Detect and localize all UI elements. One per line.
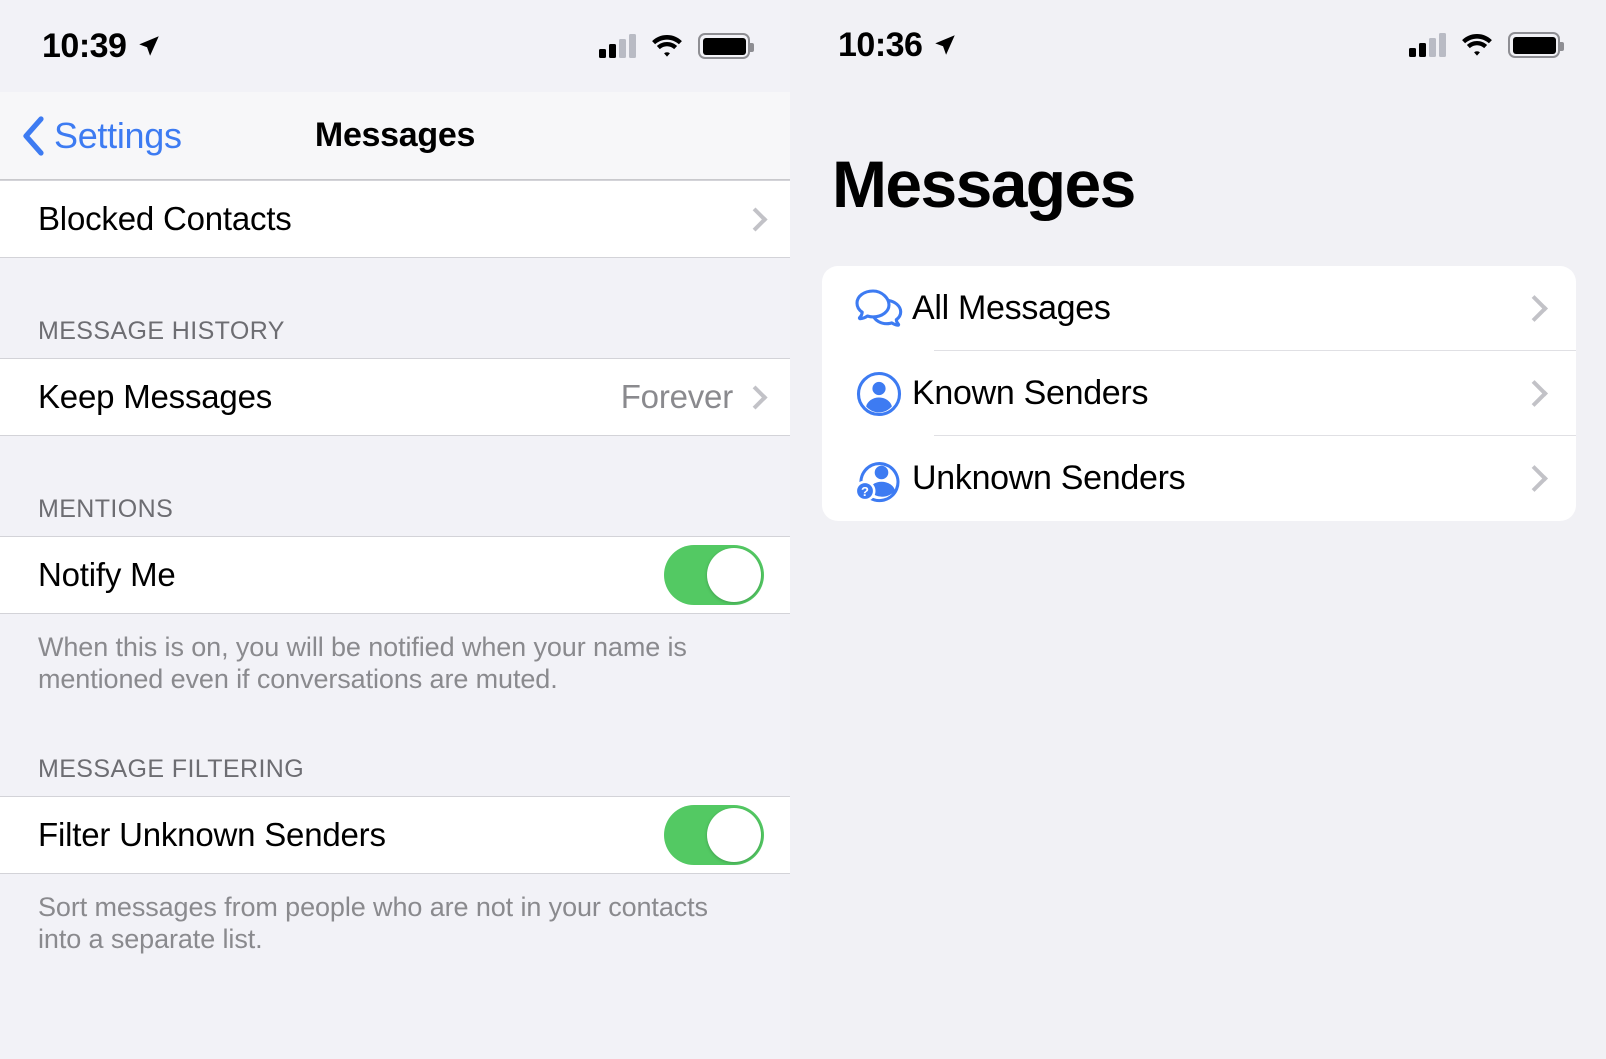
back-button-label: Settings	[54, 114, 182, 156]
toggle-filter-unknown-senders[interactable]	[664, 804, 764, 865]
toggle-notify-me[interactable]	[664, 545, 764, 605]
row-keep-messages-label: Keep Messages	[38, 378, 273, 415]
status-bar-left: 10:39	[42, 27, 162, 66]
toggle-knob	[707, 548, 761, 602]
list-item-all-messages[interactable]: All Messages	[822, 266, 1576, 351]
back-button-settings[interactable]: Settings	[0, 115, 182, 157]
left-status-bar: 10:39	[0, 0, 790, 92]
speech-bubbles-icon	[846, 287, 912, 331]
footnote-filtering: Sort messages from people who are not in…	[38, 891, 708, 954]
battery-icon	[1508, 32, 1564, 58]
row-keep-messages[interactable]: Keep Messages Forever	[0, 358, 790, 436]
list-item-label: Unknown Senders	[912, 459, 1186, 497]
left-phone-screen: 10:39 Settings Messages Blocked Contacts…	[0, 0, 790, 1059]
section-header-message-history: MESSAGE HISTORY	[38, 317, 285, 345]
section-header-mentions: MENTIONS	[38, 495, 174, 523]
toggle-knob	[707, 807, 761, 862]
list-item-label: Known Senders	[912, 374, 1149, 412]
message-filter-card: All Messages Known Senders ? Unknown Sen…	[822, 266, 1576, 521]
chevron-left-icon	[23, 115, 44, 156]
right-status-bar: 10:36	[790, 0, 1606, 90]
large-page-title: Messages	[832, 147, 1136, 221]
status-bar-clock: 10:39	[42, 26, 127, 65]
navigation-bar: Settings Messages	[0, 92, 790, 180]
wifi-icon	[652, 35, 682, 57]
battery-icon	[698, 33, 754, 59]
cellular-signal-icon	[599, 34, 636, 58]
chevron-right-icon	[743, 384, 768, 410]
list-item-unknown-senders[interactable]: ? Unknown Senders	[822, 436, 1576, 521]
row-blocked-contacts[interactable]: Blocked Contacts	[0, 180, 790, 258]
location-arrow-icon	[139, 36, 160, 56]
person-question-icon: ?	[846, 455, 912, 503]
status-bar-clock: 10:36	[838, 25, 923, 64]
chevron-right-icon	[743, 206, 768, 232]
row-notify-me-label: Notify Me	[38, 556, 176, 593]
row-filter-unknown-senders[interactable]: Filter Unknown Senders	[0, 795, 790, 874]
list-item-label: All Messages	[912, 289, 1111, 327]
wifi-icon	[1462, 34, 1492, 56]
svg-text:?: ?	[861, 484, 869, 499]
section-header-message-filtering: MESSAGE FILTERING	[38, 754, 305, 783]
row-notify-me[interactable]: Notify Me	[0, 536, 790, 614]
chevron-right-icon	[1521, 380, 1548, 407]
dual-phone-screenshot: 10:39 Settings Messages Blocked Contacts…	[0, 0, 1606, 1059]
row-keep-messages-value: Forever	[620, 378, 733, 415]
status-bar-right	[1409, 32, 1564, 58]
chevron-right-icon	[1521, 295, 1548, 322]
chevron-right-icon	[1521, 465, 1548, 492]
row-blocked-contacts-label: Blocked Contacts	[38, 200, 292, 237]
list-item-known-senders[interactable]: Known Senders	[822, 351, 1576, 436]
location-arrow-icon	[935, 35, 956, 55]
status-bar-left: 10:36	[838, 26, 958, 65]
footnote-mentions: When this is on, you will be notified wh…	[38, 632, 687, 694]
right-phone-screen: 10:36 Messages All Messages Known Sender…	[790, 0, 1606, 1059]
settings-list: Blocked Contacts MESSAGE HISTORY Keep Me…	[0, 180, 790, 1059]
row-filter-unknown-senders-label: Filter Unknown Senders	[38, 815, 386, 853]
cellular-signal-icon	[1409, 33, 1446, 57]
person-circle-icon	[846, 371, 912, 417]
status-bar-right	[599, 33, 754, 59]
